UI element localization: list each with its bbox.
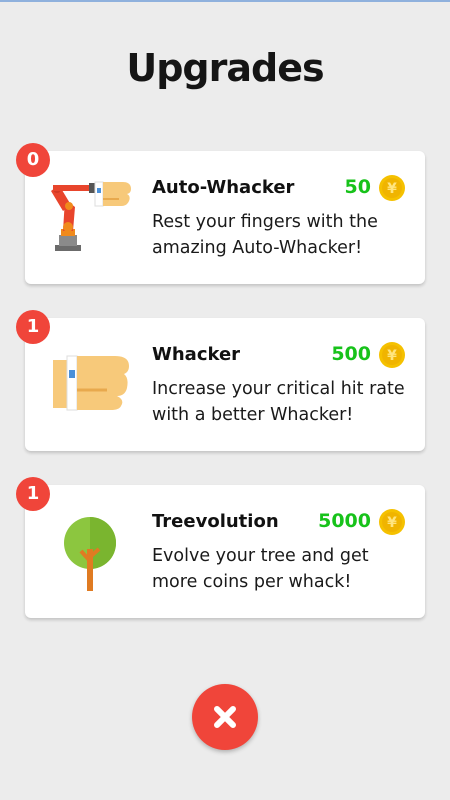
upgrade-name: Treevolution: [152, 511, 279, 532]
upgrade-price: 50: [344, 176, 371, 198]
level-badge: 0: [16, 143, 50, 177]
fist-icon: [49, 346, 133, 426]
coin-icon: ¥: [378, 174, 406, 202]
close-button[interactable]: [192, 684, 258, 750]
svg-text:¥: ¥: [387, 348, 397, 364]
upgrade-description: Rest your fingers with the amazing Auto-…: [152, 212, 378, 258]
upgrade-card-auto-whacker[interactable]: 0 Auto-Whacker 50 ¥ Rest your fingers wi…: [16, 143, 425, 284]
upgrade-card-whacker[interactable]: 1 Whacker 500 ¥ Increase your critical h…: [16, 310, 425, 451]
upgrade-price: 500: [331, 343, 371, 365]
upgrade-card-treevolution[interactable]: 1 Treevolution 5000 ¥ Evolve your tree a…: [16, 477, 425, 618]
svg-text:¥: ¥: [387, 181, 397, 197]
upgrade-price: 5000: [318, 510, 371, 532]
coin-icon: ¥: [378, 341, 406, 369]
close-icon: [214, 706, 236, 728]
level-badge: 1: [16, 477, 50, 511]
upgrade-name: Whacker: [152, 344, 241, 365]
upgrade-description: Increase your critical hit rate with a b…: [152, 379, 405, 425]
tree-icon: [49, 513, 133, 593]
coin-icon: ¥: [378, 508, 406, 536]
level-badge: 1: [16, 310, 50, 344]
top-divider: [0, 0, 450, 2]
robot-arm-icon: [49, 179, 133, 259]
upgrade-description: Evolve your tree and get more coins per …: [152, 546, 369, 592]
svg-text:¥: ¥: [387, 515, 397, 531]
page-title: Upgrades: [126, 46, 324, 90]
upgrade-name: Auto-Whacker: [152, 177, 295, 198]
